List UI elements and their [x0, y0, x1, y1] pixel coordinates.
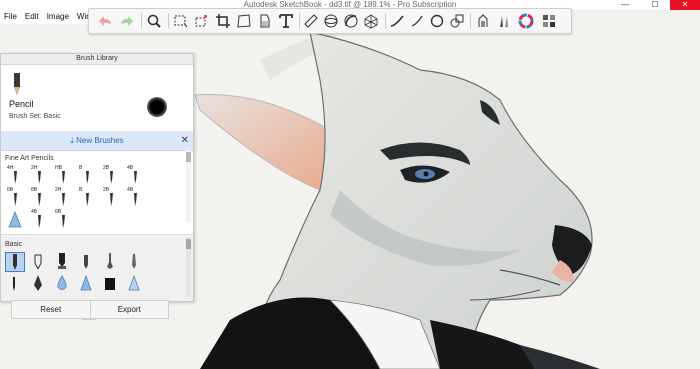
pencil-icon — [14, 73, 20, 95]
distort-icon[interactable] — [234, 11, 254, 31]
reset-button[interactable]: Reset — [12, 301, 91, 318]
color-wheel-icon[interactable] — [516, 11, 536, 31]
brush-library-panel: Brush Library Pencil Brush Set: Basic ⤓ … — [0, 53, 194, 302]
pencil-tool-icon[interactable] — [5, 252, 25, 272]
brush-pencil-2h[interactable]: 2H — [31, 165, 47, 185]
text-icon[interactable] — [276, 11, 296, 31]
cone-tool-icon[interactable] — [125, 274, 143, 292]
panel-footer: Reset Export — [11, 300, 169, 319]
window-controls: — ☐ ✕ — [610, 0, 700, 10]
new-brushes-label: New Brushes — [76, 136, 124, 145]
block-tool-icon[interactable] — [101, 274, 119, 292]
basic-scrollbar[interactable] — [186, 237, 191, 297]
brush-pencil-2b[interactable]: 2B — [103, 165, 119, 185]
line-icon[interactable] — [407, 11, 427, 31]
symmetry-icon[interactable] — [473, 11, 493, 31]
brushes-icon[interactable] — [494, 11, 514, 31]
brush-pencil-2b-b[interactable]: 2B — [103, 187, 119, 207]
ballpoint-tool-icon[interactable] — [29, 252, 47, 270]
circle-icon[interactable] — [427, 11, 447, 31]
curve-guide-icon[interactable] — [341, 11, 361, 31]
new-brushes-bar[interactable]: ⤓ New Brushes ✕ — [1, 132, 193, 151]
section-title: Fine Art Pencils — [5, 155, 54, 162]
stroke-icon[interactable] — [387, 11, 407, 31]
maximize-button[interactable]: ☐ — [640, 0, 670, 10]
airbrush-tool-icon[interactable] — [125, 252, 143, 270]
layers-icon[interactable] — [539, 11, 559, 31]
brush-pencil-8b[interactable]: 8B — [31, 187, 47, 207]
brush-pencil-6b[interactable]: 6B — [7, 187, 23, 207]
brush-pencil-4b-b[interactable]: 4B — [127, 187, 143, 207]
brush-set-label: Brush Set: Basic — [9, 113, 61, 120]
zoom-icon[interactable] — [144, 11, 164, 31]
menu-file[interactable]: File — [0, 10, 21, 24]
export-button[interactable]: Export — [91, 301, 169, 318]
panel-title: Brush Library — [1, 54, 193, 65]
triangle-tool-icon[interactable] — [77, 274, 95, 292]
section-title: Basic — [5, 241, 23, 248]
menu-edit[interactable]: Edit — [21, 10, 43, 24]
ruler-icon[interactable] — [301, 11, 321, 31]
pen-tool-icon[interactable] — [29, 274, 47, 292]
brush-stroke-preview — [147, 97, 167, 117]
brush-blender[interactable] — [7, 209, 23, 229]
brush-pencil-4b[interactable]: 4B — [127, 165, 143, 185]
drop-tool-icon[interactable] — [53, 274, 71, 292]
brush-pencil-b[interactable]: B — [79, 165, 95, 185]
brush-pencil-6b-b[interactable]: 4B — [31, 209, 47, 229]
panel-grip-handle[interactable] — [82, 318, 96, 320]
magic-select-icon[interactable] — [191, 11, 211, 31]
minimize-button[interactable]: — — [610, 0, 640, 10]
crop-icon[interactable] — [213, 11, 233, 31]
brush-pencil-4h[interactable]: 4H — [7, 165, 23, 185]
shape-icon[interactable] — [447, 11, 467, 31]
undo-icon[interactable] — [95, 11, 115, 31]
fill-icon[interactable] — [255, 11, 275, 31]
ellipse-guide-icon[interactable] — [321, 11, 341, 31]
close-button[interactable]: ✕ — [670, 0, 700, 10]
marker-tool-icon[interactable] — [53, 252, 71, 270]
perspective-icon[interactable] — [361, 11, 381, 31]
brush-pencil-2h-b[interactable]: 2H — [55, 187, 71, 207]
basic-section: Basic — [1, 234, 193, 301]
current-brush-preview: Pencil Brush Set: Basic — [1, 65, 193, 132]
fine-art-pencils-section: Fine Art Pencils 4H 2H HB B 2B 4B 6B 8B … — [1, 151, 193, 231]
brush-list-scrollbar[interactable] — [186, 150, 191, 222]
main-toolbar — [88, 8, 572, 34]
close-icon[interactable]: ✕ — [181, 132, 189, 150]
redo-icon[interactable] — [117, 11, 137, 31]
paintbrush-tool-icon[interactable] — [101, 252, 119, 270]
ink-tool-icon[interactable] — [5, 274, 23, 292]
chisel-tool-icon[interactable] — [77, 252, 95, 270]
brush-pencil-hb[interactable]: HB — [55, 165, 71, 185]
brush-pencil-b-b[interactable]: B — [79, 187, 95, 207]
menu-image[interactable]: Image — [43, 10, 73, 24]
brush-pencil-8b-b[interactable]: 6B — [55, 209, 71, 229]
select-icon[interactable] — [171, 11, 191, 31]
brush-name: Pencil — [9, 99, 34, 109]
